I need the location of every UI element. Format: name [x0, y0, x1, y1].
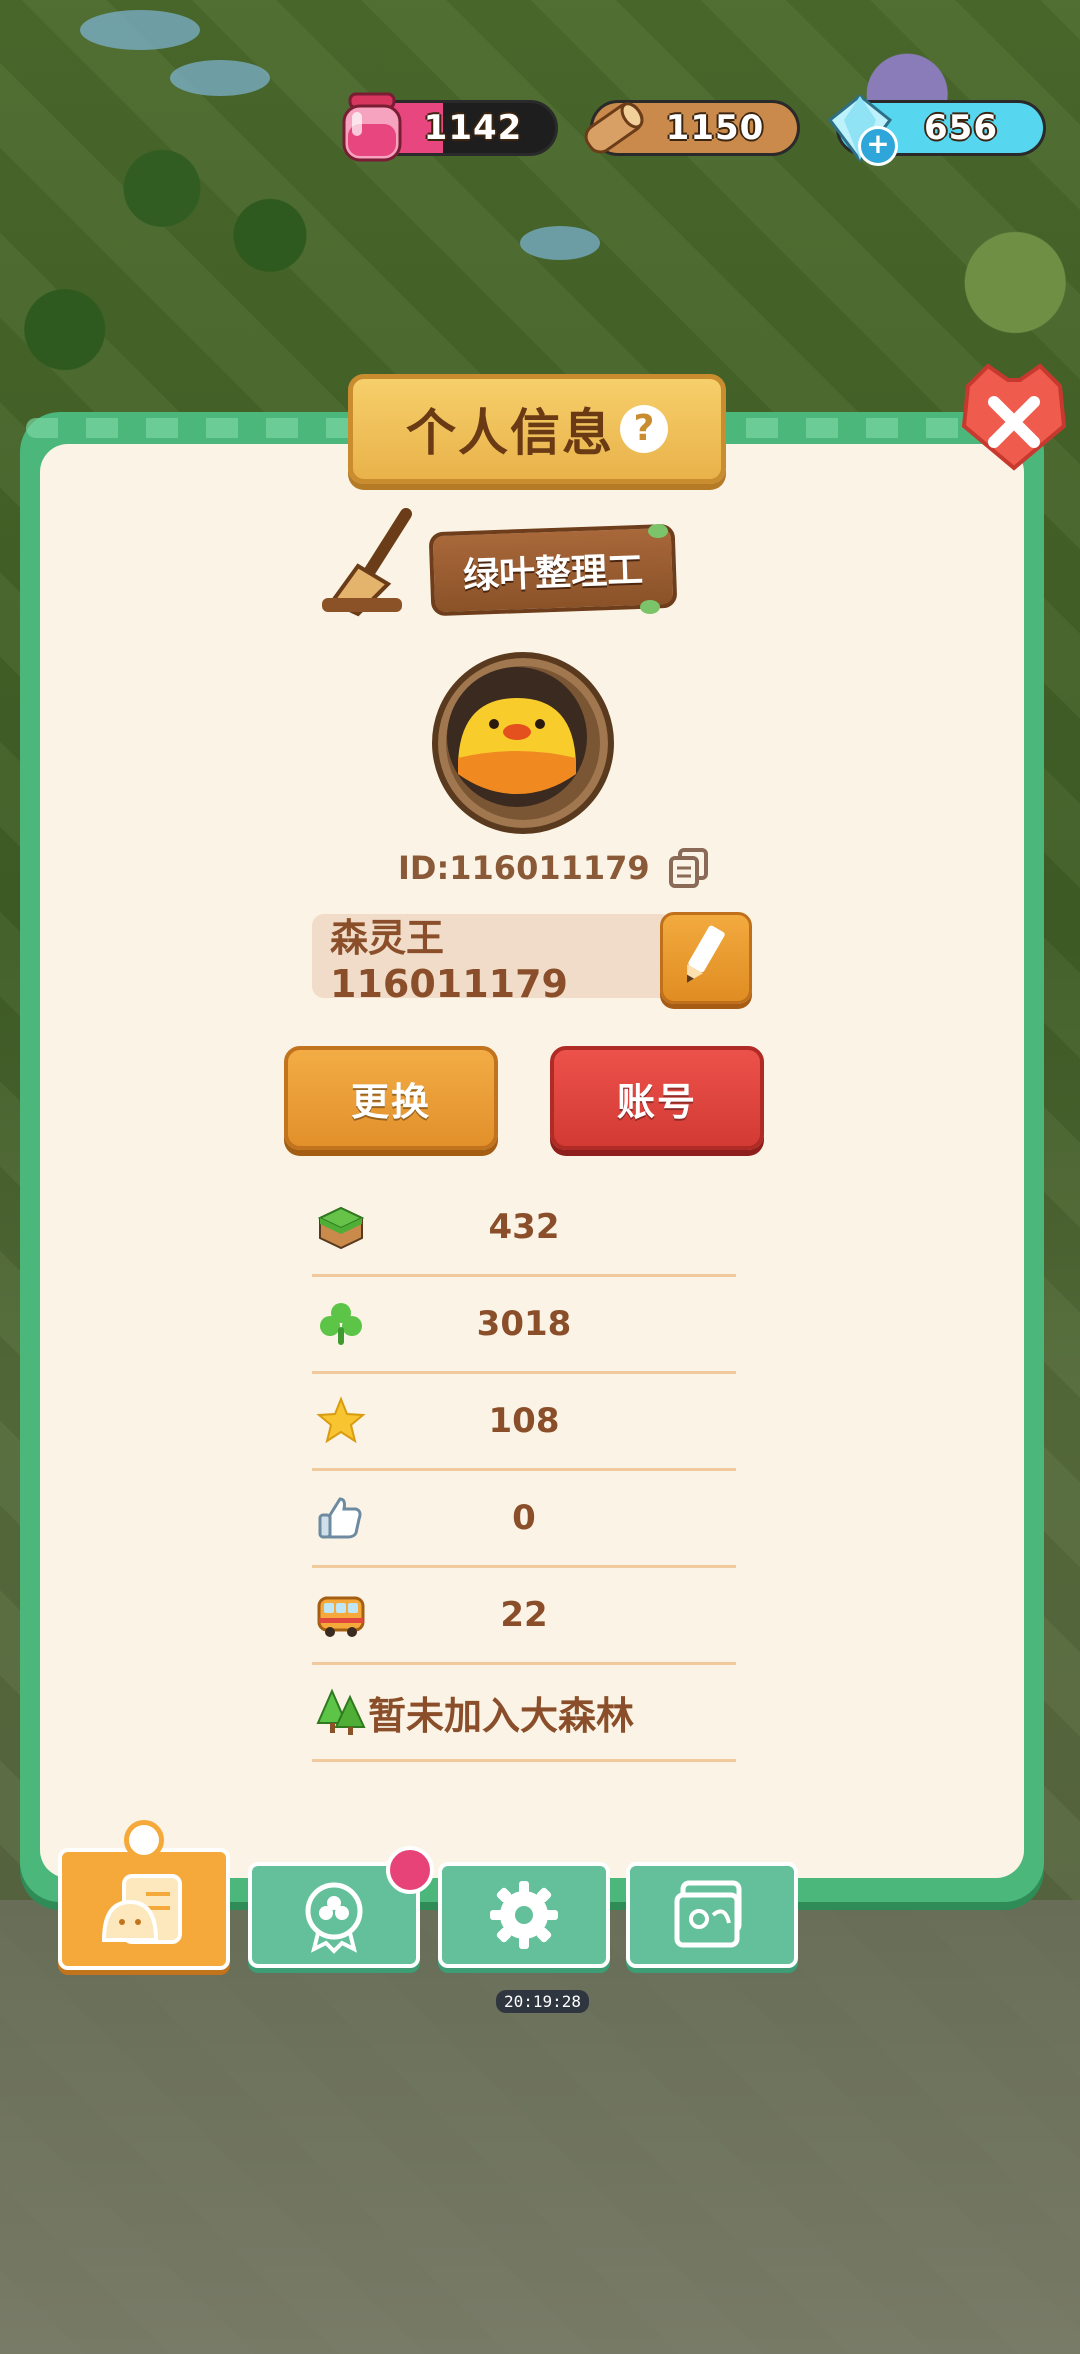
- wood-value: 1150: [665, 108, 765, 148]
- stat-value: 108: [488, 1401, 560, 1441]
- stat-value: 3018: [476, 1304, 572, 1344]
- player-id: ID:116011179: [398, 849, 650, 887]
- close-button[interactable]: [958, 362, 1070, 474]
- stat-row-land: 432: [312, 1180, 736, 1277]
- stat-value: 0: [512, 1498, 536, 1538]
- stat-row-star: 108: [312, 1374, 736, 1471]
- diamond-counter[interactable]: + 656: [827, 94, 1046, 166]
- tab-album[interactable]: [626, 1862, 798, 1968]
- potion-value: 1142: [423, 108, 523, 148]
- stat-value: 22: [500, 1595, 548, 1635]
- rank-title: 绿叶整理工: [462, 549, 644, 598]
- tab-profile[interactable]: [58, 1848, 230, 1970]
- player-name: 森灵王116011179: [330, 915, 568, 1006]
- stats-list: 432 3018 108 0 22 暂未加入大森林: [312, 1180, 736, 1762]
- clover-badge-icon: [305, 1882, 363, 1954]
- player-id-row: ID:116011179: [398, 848, 710, 888]
- shovel-icon: [322, 508, 412, 617]
- panel-title: 个人信息: [406, 404, 614, 462]
- clover-icon: [320, 1303, 362, 1345]
- build-timer: 20:19:28: [496, 1990, 590, 2013]
- star-icon: [316, 1396, 366, 1444]
- stat-value: 432: [488, 1207, 560, 1247]
- pond: [520, 226, 600, 260]
- tab-settings[interactable]: [438, 1862, 610, 1968]
- bus-icon: [317, 1596, 365, 1637]
- copy-icon[interactable]: [668, 848, 710, 888]
- duck-avatar-icon: [447, 667, 587, 807]
- edit-name-button[interactable]: [660, 912, 752, 1004]
- profile-card-icon: [101, 1874, 182, 1944]
- player-name-field: 森灵王116011179: [312, 914, 672, 1006]
- thumbs-up-icon: [318, 1497, 362, 1539]
- stat-row-forest[interactable]: 暂未加入大森林: [312, 1665, 736, 1762]
- stat-row-clover: 3018: [312, 1277, 736, 1374]
- stat-row-likes: 0: [312, 1471, 736, 1568]
- diamond-value: 656: [924, 108, 998, 148]
- active-tab-marker: [124, 1820, 164, 1860]
- pencil-icon: [687, 925, 725, 983]
- wood-counter[interactable]: 1150: [584, 100, 800, 156]
- trees-icon: [316, 1688, 366, 1735]
- panel-title-plate: 个人信息 ?: [348, 374, 726, 484]
- change-button[interactable]: 更换: [284, 1046, 498, 1150]
- potion-counter[interactable]: 1142: [342, 92, 558, 162]
- rank-title-sign: 绿叶整理工: [318, 508, 678, 620]
- pond: [170, 60, 270, 96]
- stat-row-bus: 22: [312, 1568, 736, 1665]
- pond: [80, 10, 200, 50]
- account-button[interactable]: 账号: [550, 1046, 764, 1150]
- photo-album-icon: [674, 1880, 742, 1948]
- gear-icon: [490, 1881, 558, 1949]
- grass-block-icon: [317, 1206, 365, 1250]
- help-button[interactable]: ?: [620, 405, 668, 453]
- forest-status: 暂未加入大森林: [368, 1693, 635, 1738]
- avatar[interactable]: [432, 652, 614, 834]
- notification-dot: [386, 1846, 434, 1894]
